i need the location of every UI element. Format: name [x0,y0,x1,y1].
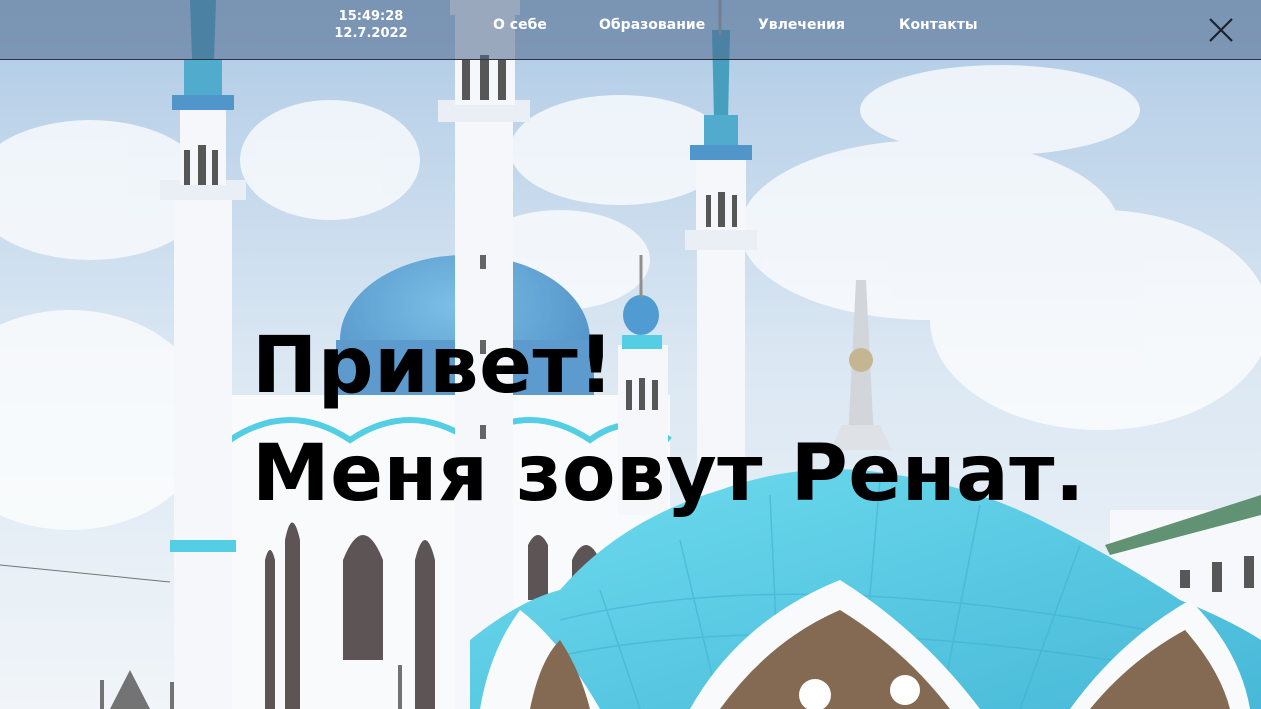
close-icon [1209,18,1233,42]
clock-date: 12.7.2022 [334,26,408,41]
greeting-line-name: Меня зовут Ренат. [252,429,1086,519]
nav-link-about[interactable]: О себе [493,16,547,34]
nav-link-contacts[interactable]: Контакты [899,16,978,34]
clock-time: 15:49:28 [338,9,404,24]
hero-greeting: Привет! Меня зовут Ренат. [252,312,1085,528]
nav-link-education[interactable]: Образование [599,16,705,34]
top-navigation-bar: 15:49:28 12.7.2022 О себе Образование Ув… [0,0,1261,60]
nav-link-hobbies[interactable]: Увлечения [758,16,845,34]
clock: 15:49:28 12.7.2022 [320,8,422,42]
close-button[interactable] [1206,15,1236,45]
greeting-line-hello: Привет! [252,321,615,411]
